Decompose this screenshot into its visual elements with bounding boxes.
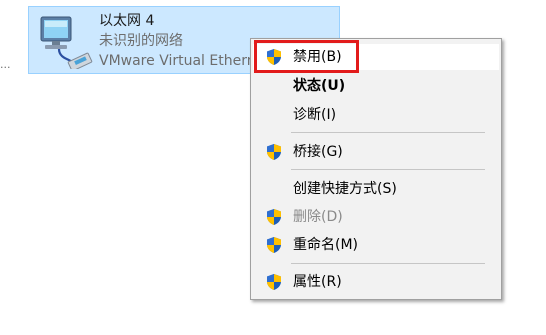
network-adapter-icon: [40, 16, 93, 69]
menu-item-label: 删除(D): [293, 209, 343, 225]
menu-item-delete[interactable]: 删除(D): [253, 204, 499, 230]
shield-icon: [267, 209, 281, 225]
shield-icon: [267, 144, 281, 160]
menu-item-rename[interactable]: 重命名(M): [253, 232, 499, 258]
menu-item-label: 禁用(B): [293, 49, 342, 65]
menu-separator: [291, 263, 485, 264]
menu-item-label: 状态(U): [293, 78, 346, 94]
menu-item-label: 属性(R): [293, 274, 342, 290]
menu-item-status[interactable]: 状态(U): [253, 73, 499, 99]
menu-item-label: 桥接(G): [293, 144, 343, 160]
menu-item-properties[interactable]: 属性(R): [253, 269, 499, 295]
menu-item-create-shortcut[interactable]: 创建快捷方式(S): [253, 176, 499, 202]
menu-item-disable[interactable]: 禁用(B): [253, 44, 499, 70]
menu-separator: [291, 169, 485, 170]
menu-item-bridge[interactable]: 桥接(G): [253, 139, 499, 165]
menu-item-diagnose[interactable]: 诊断(I): [253, 102, 499, 128]
context-menu: 禁用(B) 状态(U) 诊断(I) 桥接(G) 创建快捷方式(S) 删除(D): [250, 38, 502, 300]
shield-icon: [267, 237, 281, 253]
shield-icon: [267, 49, 281, 65]
menu-separator: [291, 132, 485, 133]
menu-item-label: 重命名(M): [293, 237, 359, 253]
menu-item-label: 诊断(I): [293, 107, 337, 123]
shield-icon: [267, 274, 281, 290]
menu-item-label: 创建快捷方式(S): [293, 181, 397, 197]
network-name: 以太网 4: [99, 13, 155, 29]
truncation-dots: ...: [0, 58, 11, 71]
